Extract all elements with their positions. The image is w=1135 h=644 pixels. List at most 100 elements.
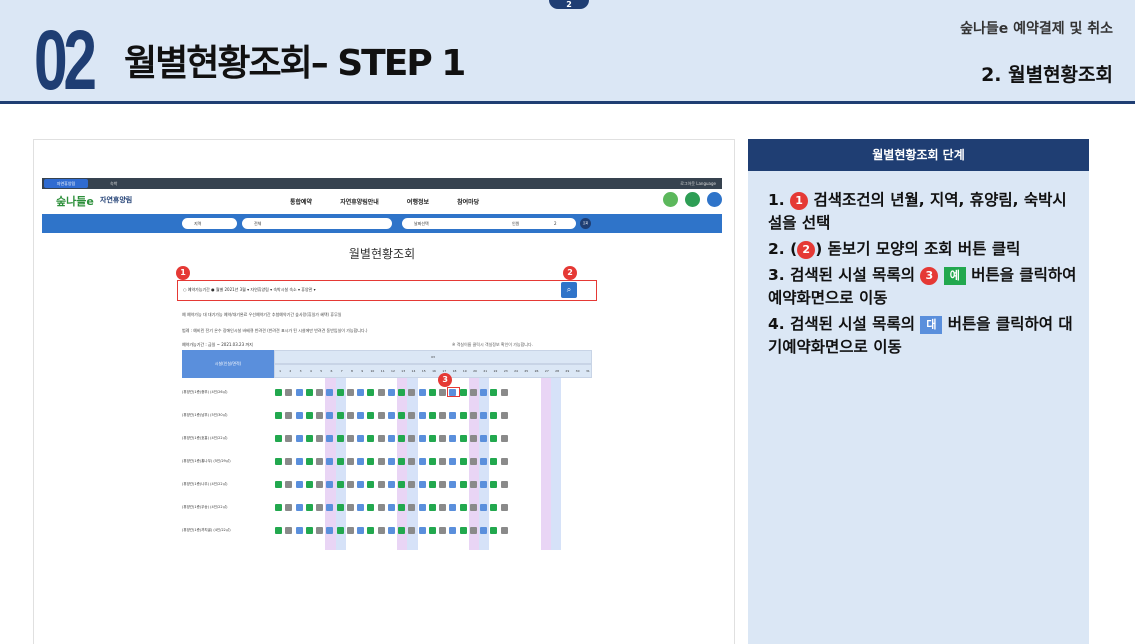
calendar-cell[interactable] [377,458,385,465]
calendar-cell[interactable] [346,412,354,419]
calendar-cell[interactable] [439,481,447,488]
calendar-cell[interactable] [398,504,406,511]
calendar-cell[interactable] [449,481,457,488]
calendar-cell[interactable] [346,527,354,534]
calendar-cell[interactable] [428,504,436,511]
calendar-cell[interactable] [500,527,508,534]
calendar-cell[interactable] [357,435,365,442]
site-logo[interactable]: 숲나들e [56,193,94,209]
calendar-cell[interactable] [285,435,293,442]
calendar-cell[interactable] [316,504,324,511]
grid-menu-icon[interactable] [707,192,722,207]
calendar-cell[interactable] [275,504,282,511]
calendar-cell[interactable] [408,435,416,442]
calendar-cell[interactable] [439,458,447,465]
nav-item[interactable]: 통합예약 [290,199,312,206]
calendar-cell[interactable] [357,527,365,534]
calendar-cell[interactable] [305,504,313,511]
calendar-cell[interactable] [275,481,282,488]
topbar-right[interactable]: 로그아웃 Language [680,178,716,189]
calendar-cell[interactable] [346,481,354,488]
calendar-cell[interactable] [295,527,303,534]
calendar-cell[interactable] [398,481,406,488]
calendar-cell[interactable] [275,412,282,419]
calendar-cell[interactable] [428,389,436,396]
calendar-cell[interactable] [408,412,416,419]
calendar-cell[interactable] [377,527,385,534]
calendar-cell[interactable] [459,504,467,511]
calendar-cell[interactable] [285,458,293,465]
calendar-cell[interactable] [490,504,498,511]
calendar-cell[interactable] [480,458,488,465]
calendar-cell[interactable] [500,435,508,442]
calendar-cell[interactable] [408,389,416,396]
calendar-cell[interactable] [326,481,334,488]
calendar-cell[interactable] [387,481,395,488]
calendar-cell[interactable] [459,412,467,419]
calendar-cell[interactable] [408,458,416,465]
calendar-cell[interactable] [480,504,488,511]
calendar-cell[interactable] [367,527,375,534]
calendar-cell[interactable] [285,412,293,419]
calendar-cell[interactable] [357,389,365,396]
calendar-cell[interactable] [367,458,375,465]
calendar-cell[interactable] [336,412,344,419]
calendar-cell[interactable] [439,435,447,442]
calendar-cell[interactable] [449,504,457,511]
calendar-cell[interactable] [305,389,313,396]
calendar-cell[interactable] [336,458,344,465]
calendar-cell[interactable] [316,412,324,419]
nav-item[interactable]: 여행정보 [407,199,429,206]
calendar-cell[interactable] [387,527,395,534]
calendar-cell[interactable] [469,412,477,419]
calendar-cell[interactable] [295,504,303,511]
calendar-cell[interactable] [459,481,467,488]
calendar-cell[interactable] [295,412,303,419]
calendar-cell[interactable] [469,481,477,488]
calendar-cell[interactable] [500,504,508,511]
calendar-cell[interactable] [469,389,477,396]
calendar-cell[interactable] [346,504,354,511]
calendar-cell[interactable] [387,504,395,511]
calendar-cell[interactable] [387,389,395,396]
calendar-cell[interactable] [326,435,334,442]
calendar-cell[interactable] [316,527,324,534]
calendar-cell[interactable] [336,504,344,511]
calendar-cell[interactable] [387,458,395,465]
calendar-cell[interactable] [357,412,365,419]
calendar-cell[interactable] [469,527,477,534]
calendar-cell[interactable] [305,458,313,465]
calendar-cell[interactable] [398,435,406,442]
calendar-cell[interactable] [398,389,406,396]
calendar-cell[interactable] [418,435,426,442]
calendar-cell[interactable] [490,527,498,534]
reservation-icon[interactable] [684,192,700,207]
calendar-cell[interactable] [305,435,313,442]
calendar-cell[interactable] [418,458,426,465]
calendar-cell[interactable] [377,481,385,488]
calendar-cell[interactable] [316,389,324,396]
calendar-cell[interactable] [316,435,324,442]
calendar-cell[interactable] [428,458,436,465]
calendar-cell[interactable] [357,481,365,488]
calendar-cell[interactable] [275,527,282,534]
region-select[interactable]: 지역 [182,218,237,229]
calendar-cell[interactable] [398,458,406,465]
calendar-cell[interactable] [387,435,395,442]
calendar-cell[interactable] [480,527,488,534]
calendar-cell[interactable] [295,481,303,488]
calendar-cell[interactable] [346,458,354,465]
calendar-cell[interactable] [367,504,375,511]
calendar-cell[interactable] [459,389,467,396]
calendar-cell[interactable] [500,412,508,419]
calendar-cell[interactable] [377,389,385,396]
calendar-cell[interactable] [367,435,375,442]
calendar-cell[interactable] [367,389,375,396]
magnifier-search-button[interactable]: ⌕ [561,282,577,298]
site-tab[interactable]: 자연휴양림 [44,179,88,188]
calendar-cell[interactable] [377,504,385,511]
forest-select[interactable]: 전체 [242,218,392,229]
calendar-cell[interactable] [305,527,313,534]
calendar-cell[interactable] [357,504,365,511]
calendar-cell[interactable] [428,481,436,488]
